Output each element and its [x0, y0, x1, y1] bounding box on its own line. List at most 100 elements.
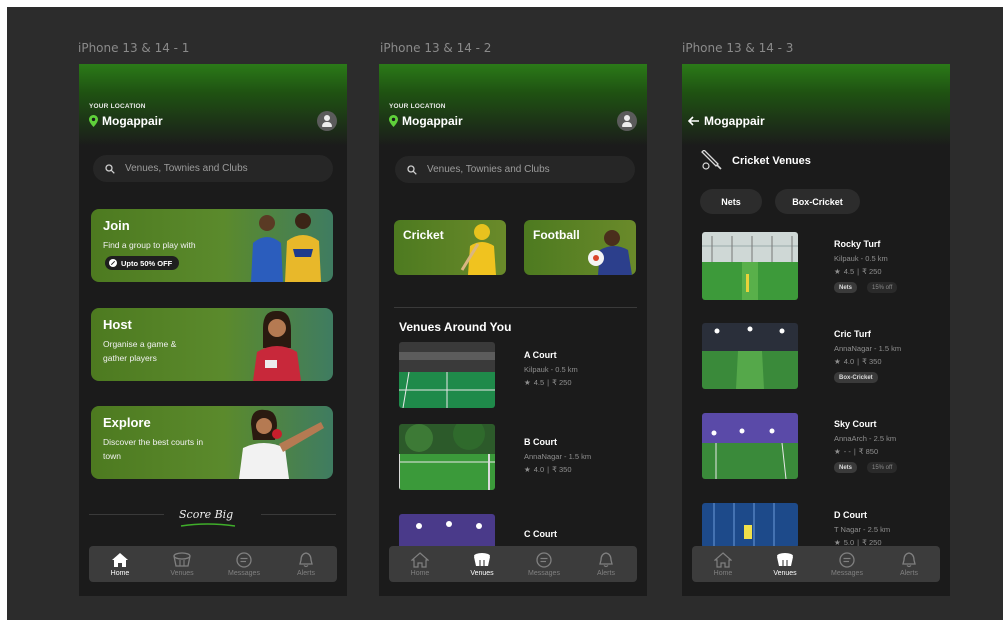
discount-icon: [109, 259, 117, 267]
offer-tag-sky: 15% off: [867, 462, 898, 473]
location-pin-icon: [89, 115, 98, 127]
nav-home[interactable]: Home: [93, 552, 147, 577]
nav-venues[interactable]: Venues: [758, 552, 812, 577]
venue-distance-rocky: Kilpauk - 0.5 km: [834, 254, 888, 263]
price-value: ₹ 350: [552, 465, 572, 474]
nav-venues-label: Venues: [773, 569, 797, 577]
venue-rating-sky: ★ - - | ₹ 850: [834, 447, 878, 456]
separator: |: [547, 378, 550, 387]
search-placeholder: Venues, Townies and Clubs: [125, 163, 248, 174]
bell-icon: [902, 551, 916, 567]
explore-title: Explore: [103, 415, 151, 430]
messages-icon: [839, 551, 855, 568]
sport-football-label: Football: [533, 228, 580, 242]
nav-home[interactable]: Home: [696, 551, 750, 577]
explore-illustration: [239, 409, 324, 479]
venue-name-sky[interactable]: Sky Court: [834, 419, 877, 429]
offer-badge: Upto 50% OFF: [105, 256, 180, 270]
location-name: Mogappair: [102, 114, 163, 128]
venue-image-cric[interactable]: [702, 323, 798, 389]
star-icon: ★: [834, 447, 841, 456]
nav-messages[interactable]: Messages: [820, 551, 874, 577]
star-icon: ★: [834, 357, 841, 366]
venue-name-cric[interactable]: Cric Turf: [834, 329, 871, 339]
star-icon: ★: [834, 267, 841, 276]
tag-box-cricket-cric: Box-Cricket: [834, 372, 878, 383]
cricketer-illustration: [460, 224, 496, 275]
sport-cricket-label: Cricket: [403, 228, 444, 242]
profile-avatar[interactable]: [617, 111, 637, 131]
nav-home[interactable]: Home: [393, 551, 447, 577]
venue-distance-d: T Nagar - 2.5 km: [834, 525, 891, 534]
search-bar[interactable]: Venues, Townies and Clubs: [395, 156, 635, 183]
host-illustration: [253, 310, 301, 381]
search-placeholder: Venues, Townies and Clubs: [427, 164, 550, 175]
score-divider-left: [89, 514, 164, 515]
host-subtitle: Organise a game & gather players: [103, 339, 177, 363]
nav-alerts[interactable]: Alerts: [279, 551, 333, 577]
separator: |: [857, 357, 860, 366]
score-underline: [180, 523, 236, 527]
frame-label-1: iPhone 13 & 14 - 1: [78, 41, 190, 55]
stadium-icon: [173, 551, 191, 567]
nav-messages-label: Messages: [528, 569, 560, 577]
stadium-icon: [777, 552, 793, 566]
score-divider-right: [261, 514, 336, 515]
host-title: Host: [103, 317, 132, 332]
nav-alerts[interactable]: Alerts: [882, 551, 936, 577]
bell-icon: [599, 551, 613, 567]
location-caption: YOUR LOCATION: [89, 103, 146, 110]
nav-messages[interactable]: Messages: [517, 551, 571, 577]
venue-image-rocky[interactable]: [702, 232, 798, 300]
rating-value: 4.0: [843, 357, 855, 366]
join-card[interactable]: Join Find a group to play with Upto 50% …: [91, 209, 333, 282]
nav-home-label: Home: [410, 569, 430, 577]
venue-name-rocky[interactable]: Rocky Turf: [834, 239, 880, 249]
sport-card-cricket[interactable]: Cricket: [394, 220, 506, 275]
nav-messages[interactable]: Messages: [217, 551, 271, 577]
nav-home-label: Home: [713, 569, 733, 577]
explore-card[interactable]: Explore Discover the best courts in town: [91, 406, 333, 479]
chip-nets[interactable]: Nets: [700, 189, 762, 214]
header-gradient: [682, 64, 950, 146]
nav-venues[interactable]: Venues: [155, 551, 209, 577]
back-title: Mogappair: [704, 114, 765, 128]
venue-image-sky[interactable]: [702, 413, 798, 479]
search-icon: [407, 164, 417, 175]
nav-venues-label: Venues: [470, 569, 494, 577]
profile-avatar[interactable]: [317, 111, 337, 131]
location-caption: YOUR LOCATION: [389, 103, 446, 110]
nav-alerts[interactable]: Alerts: [579, 551, 633, 577]
host-card[interactable]: Host Organise a game & gather players: [91, 308, 333, 381]
sport-card-football[interactable]: Football: [524, 220, 636, 275]
nav-alerts-label: Alerts: [597, 569, 615, 577]
venue-distance-b: AnnaNagar - 1.5 km: [524, 452, 592, 461]
cricket-bat-icon: [701, 150, 722, 170]
messages-icon: [236, 551, 252, 568]
venue-rating-a: ★ 4.5 | ₹ 250: [524, 378, 572, 387]
offer-tag-rocky: 15% off: [867, 282, 898, 293]
venue-name-a[interactable]: A Court: [524, 350, 557, 360]
venue-image-b[interactable]: [399, 424, 495, 490]
location-selector[interactable]: Mogappair: [89, 114, 163, 128]
join-title: Join: [103, 218, 130, 233]
venue-image-a[interactable]: [399, 342, 495, 408]
back-arrow-icon: [688, 116, 699, 126]
venue-name-c[interactable]: C Court: [524, 529, 557, 539]
venue-name-d[interactable]: D Court: [834, 510, 867, 520]
footballer-illustration: [588, 230, 632, 275]
star-icon: ★: [524, 465, 531, 474]
nav-alerts-label: Alerts: [900, 569, 918, 577]
nav-venues[interactable]: Venues: [455, 552, 509, 577]
nav-home-label: Home: [110, 569, 130, 577]
tag-nets-rocky: Nets: [834, 282, 858, 293]
chip-box-cricket[interactable]: Box-Cricket: [775, 189, 860, 214]
rating-value: - -: [843, 447, 851, 456]
venue-image-d[interactable]: [702, 503, 798, 548]
star-icon: ★: [524, 378, 531, 387]
search-bar[interactable]: Venues, Townies and Clubs: [93, 155, 333, 182]
back-button[interactable]: Mogappair: [688, 114, 765, 128]
venue-name-b[interactable]: B Court: [524, 437, 557, 447]
nav-alerts-label: Alerts: [297, 569, 315, 577]
location-selector[interactable]: Mogappair: [389, 114, 463, 128]
